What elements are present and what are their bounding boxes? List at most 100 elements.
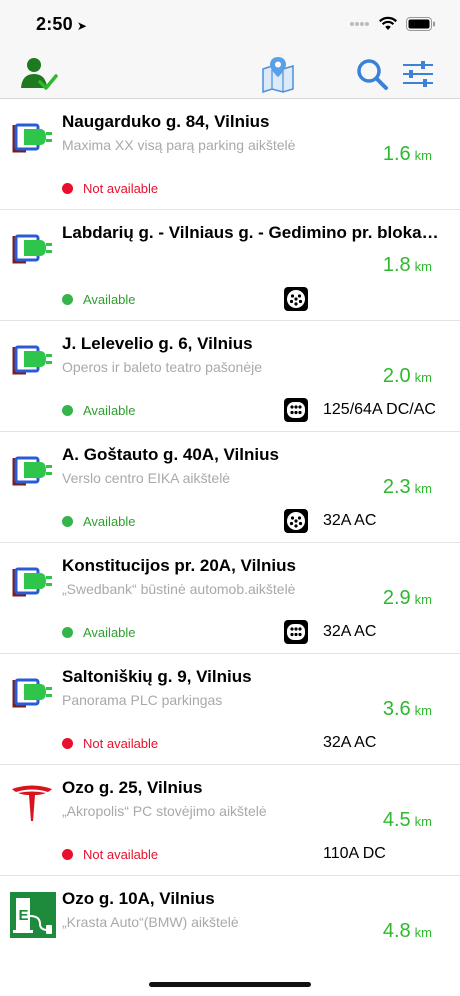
status-text: Available bbox=[83, 403, 136, 418]
distance-value: 2.3 bbox=[382, 476, 411, 498]
station-distance: 4.5 km bbox=[383, 809, 432, 832]
station-power: 125/64A DC/AC bbox=[323, 401, 436, 418]
ccs-connector-icon bbox=[284, 398, 308, 422]
ev-charger-icon bbox=[10, 670, 54, 714]
status-time-text: 2:50 bbox=[36, 14, 73, 34]
station-power: 32A AC bbox=[323, 623, 377, 640]
station-distance: 2.9 km bbox=[383, 587, 432, 610]
station-title: J. Lelevelio g. 6, Vilnius bbox=[62, 334, 253, 353]
distance-unit: km bbox=[414, 481, 432, 496]
status-text: Available bbox=[83, 514, 136, 529]
distance-value: 4.5 bbox=[382, 809, 411, 831]
distance-unit: km bbox=[414, 370, 432, 385]
user-check-icon[interactable] bbox=[18, 54, 58, 94]
station-distance: 2.0 km bbox=[383, 365, 432, 388]
station-distance: 1.8 km bbox=[383, 254, 432, 277]
status-badge: Available bbox=[62, 514, 136, 529]
map-icon[interactable] bbox=[258, 54, 298, 94]
distance-unit: km bbox=[414, 592, 432, 607]
ccs-connector-icon bbox=[284, 620, 308, 644]
station-subtitle: Maxima XX visą parą parking aikštelė bbox=[62, 137, 296, 153]
type2-connector-icon bbox=[284, 287, 308, 311]
status-badge: Not available bbox=[62, 181, 158, 196]
signal-dots-icon bbox=[350, 22, 369, 26]
status-dot-icon bbox=[62, 294, 73, 305]
distance-unit: km bbox=[414, 148, 432, 163]
filter-sliders-icon[interactable] bbox=[398, 54, 438, 94]
ev-charger-icon bbox=[10, 226, 54, 270]
station-subtitle: Verslo centro EIKA aikštelė bbox=[62, 470, 231, 486]
status-badge: Available bbox=[62, 625, 136, 640]
distance-unit: km bbox=[414, 925, 432, 940]
ev-charger-icon bbox=[10, 559, 54, 603]
status-badge: Available bbox=[62, 292, 136, 307]
status-badge: Not available bbox=[62, 736, 158, 751]
station-title: Labdarių g. - Vilniaus g. - Gedimino pr.… bbox=[62, 223, 442, 242]
station-title: Ozo g. 25, Vilnius bbox=[62, 778, 203, 797]
station-subtitle: „Krasta Auto“(BMW) aikštelė bbox=[62, 914, 239, 930]
status-text: Not available bbox=[83, 181, 159, 196]
ev-charger-icon bbox=[10, 337, 54, 381]
distance-value: 1.6 bbox=[382, 143, 411, 165]
status-text: Not available bbox=[83, 847, 159, 862]
search-icon[interactable] bbox=[352, 54, 392, 94]
list-item[interactable]: E Ozo g. 10A, Vilnius „Krasta Auto“(BMW)… bbox=[0, 876, 460, 986]
station-title: Ozo g. 10A, Vilnius bbox=[62, 889, 215, 908]
station-power: 110A DC bbox=[323, 845, 386, 862]
type2-connector-icon bbox=[284, 509, 308, 533]
station-subtitle: „Akropolis“ PC stovėjimo aikštelė bbox=[62, 803, 267, 819]
station-power: 32A AC bbox=[323, 734, 377, 751]
status-bar: 2:50 ➤ bbox=[0, 0, 460, 48]
station-title: Konstitucijos pr. 20A, Vilnius bbox=[62, 556, 296, 575]
status-text: Available bbox=[83, 292, 136, 307]
status-dot-icon bbox=[62, 516, 73, 527]
distance-value: 4.8 bbox=[382, 920, 411, 942]
list-item[interactable]: Naugarduko g. 84, Vilnius Maxima XX visą… bbox=[0, 99, 460, 210]
status-time: 2:50 ➤ bbox=[36, 14, 87, 35]
home-indicator bbox=[149, 982, 311, 987]
station-subtitle: Operos ir baleto teatro pašonėje bbox=[62, 359, 263, 375]
list-item[interactable]: Ozo g. 25, Vilnius „Akropolis“ PC stovėj… bbox=[0, 765, 460, 876]
station-list: Naugarduko g. 84, Vilnius Maxima XX visą… bbox=[0, 99, 460, 986]
distance-unit: km bbox=[414, 703, 432, 718]
tesla-logo-icon bbox=[10, 781, 54, 825]
status-badge: Available bbox=[62, 403, 136, 418]
station-distance: 1.6 km bbox=[383, 143, 432, 166]
station-title: Saltoniškių g. 9, Vilnius bbox=[62, 667, 252, 686]
status-dot-icon bbox=[62, 849, 73, 860]
status-dot-icon bbox=[62, 738, 73, 749]
e-station-icon: E bbox=[10, 892, 56, 938]
list-item[interactable]: A. Goštauto g. 40A, Vilnius Verslo centr… bbox=[0, 432, 460, 543]
distance-value: 3.6 bbox=[382, 698, 411, 720]
list-item[interactable]: Labdarių g. - Vilniaus g. - Gedimino pr.… bbox=[0, 210, 460, 321]
wifi-icon bbox=[379, 16, 397, 30]
station-distance: 4.8 km bbox=[383, 920, 432, 943]
list-item[interactable]: J. Lelevelio g. 6, Vilnius Operos ir bal… bbox=[0, 321, 460, 432]
station-distance: 3.6 km bbox=[383, 698, 432, 721]
status-text: Available bbox=[83, 625, 136, 640]
list-item[interactable]: Saltoniškių g. 9, Vilnius Panorama PLC p… bbox=[0, 654, 460, 765]
status-badge: Not available bbox=[62, 847, 158, 862]
distance-value: 2.9 bbox=[382, 587, 411, 609]
list-item[interactable]: Konstitucijos pr. 20A, Vilnius „Swedbank… bbox=[0, 543, 460, 654]
station-title: Naugarduko g. 84, Vilnius bbox=[62, 112, 270, 131]
ev-charger-icon bbox=[10, 448, 54, 492]
distance-value: 1.8 bbox=[382, 254, 411, 276]
station-title: A. Goštauto g. 40A, Vilnius bbox=[62, 445, 279, 464]
station-power: 32A AC bbox=[323, 512, 377, 529]
status-dot-icon bbox=[62, 627, 73, 638]
status-dot-icon bbox=[62, 405, 73, 416]
distance-value: 2.0 bbox=[382, 365, 411, 387]
station-distance: 2.3 km bbox=[383, 476, 432, 499]
station-subtitle: Panorama PLC parkingas bbox=[62, 692, 223, 708]
toolbar bbox=[0, 48, 460, 99]
location-arrow-icon: ➤ bbox=[76, 19, 88, 33]
distance-unit: km bbox=[414, 259, 432, 274]
svg-text:E: E bbox=[19, 907, 29, 924]
status-text: Not available bbox=[83, 736, 159, 751]
battery-icon bbox=[406, 17, 435, 31]
status-indicators bbox=[350, 16, 436, 32]
distance-unit: km bbox=[414, 814, 432, 829]
station-subtitle: „Swedbank“ būstinė automob.aikštelė bbox=[62, 581, 296, 597]
status-dot-icon bbox=[62, 183, 73, 194]
